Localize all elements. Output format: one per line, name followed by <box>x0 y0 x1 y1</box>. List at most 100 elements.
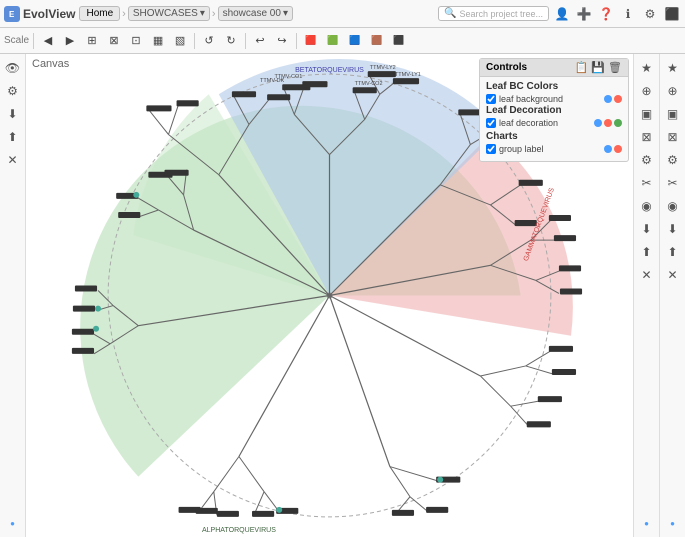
sb-c-grid[interactable]: ▣ <box>663 104 683 124</box>
plus-icon[interactable]: ➕ <box>575 5 593 23</box>
scale-label: Scale <box>4 35 29 46</box>
ctrl-icon-group: 📋 💾 🗑 <box>575 61 622 74</box>
tb-grid1[interactable]: ⊞ <box>82 31 102 51</box>
tb-separator-3 <box>245 33 246 49</box>
tb-separator-4 <box>296 33 297 49</box>
tb-color-3[interactable]: 🟦 <box>345 31 365 51</box>
sb-b-upload[interactable]: ⬆ <box>637 242 657 262</box>
sb-b-settings[interactable]: ⚙ <box>637 150 657 170</box>
group-dots <box>604 145 622 153</box>
sb-b-plus[interactable]: ⊕ <box>637 81 657 101</box>
group-dot-red[interactable] <box>614 145 622 153</box>
sb-b-download[interactable]: ⬇ <box>637 219 657 239</box>
logo-icon: E <box>4 6 20 22</box>
sb-c-plus[interactable]: ⊕ <box>663 81 683 101</box>
help-icon[interactable]: ❓ <box>597 5 615 23</box>
tree-controls-header: Controls 📋 💾 🗑 <box>480 59 628 77</box>
sb-c-close[interactable]: ✕ <box>663 265 683 285</box>
canvas-label: Canvas <box>32 58 69 70</box>
leaf-bg-dots <box>604 95 622 103</box>
sb-c-scissors[interactable]: ✂ <box>663 173 683 193</box>
sb-c-download[interactable]: ⬇ <box>663 219 683 239</box>
deco-dot-red[interactable] <box>604 119 612 127</box>
tb-grid3[interactable]: ⊡ <box>126 31 146 51</box>
leaf-deco-label: leaf decoration <box>499 118 591 128</box>
global-search-box[interactable]: 🔍 Search project tree... <box>438 6 549 21</box>
tb-grid4[interactable]: ▦ <box>148 31 168 51</box>
group-label-checkbox[interactable] <box>486 144 496 154</box>
controls-label: Controls <box>486 62 527 73</box>
ctrl-copy-icon[interactable]: 📋 <box>575 61 589 74</box>
sb-c-circle[interactable]: ◉ <box>663 196 683 216</box>
group-dot-blue[interactable] <box>604 145 612 153</box>
sb-b-scissors[interactable]: ✂ <box>637 173 657 193</box>
sb-b-cross[interactable]: ⊠ <box>637 127 657 147</box>
sb-c-blue-dot: ● <box>663 513 683 533</box>
leaf-bg-checkbox[interactable] <box>486 94 496 104</box>
svg-text:TTMV-CO1: TTMV-CO1 <box>274 74 302 80</box>
tb-back[interactable]: ◀ <box>38 31 58 51</box>
sb-c-upload[interactable]: ⬆ <box>663 242 683 262</box>
svg-text:TTMV-LY1: TTMV-LY1 <box>395 72 421 78</box>
canvas-area: Canvas <box>26 54 633 537</box>
tb-undo[interactable]: ↩ <box>250 31 270 51</box>
tb-color-5[interactable]: ⬛ <box>389 31 409 51</box>
showcase-dropdown[interactable]: showcase 00 ▾ <box>218 6 293 21</box>
tb-grid5[interactable]: ▧ <box>170 31 190 51</box>
topbar: E EvolView Home › SHOWCASES ▾ › showcase… <box>0 0 685 28</box>
leaf-deco-checkbox[interactable] <box>486 118 496 128</box>
leaf-bg-label: leaf background <box>499 94 601 104</box>
group-label-label: group label <box>499 144 601 154</box>
logout-icon[interactable]: ⬛ <box>663 5 681 23</box>
leaf-deco-title: Leaf Decoration <box>486 105 622 116</box>
leaf-bc-section: Leaf BC Colors leaf background Leaf Deco… <box>486 81 622 154</box>
sb-b-grid[interactable]: ▣ <box>637 104 657 124</box>
sidebar-left: 👁 ⚙ ⬇ ⬆ ✕ ● <box>0 54 26 537</box>
sb-c-settings[interactable]: ⚙ <box>663 150 683 170</box>
app-title: EvolView <box>23 7 75 21</box>
settings-icon[interactable]: ⚙ <box>641 5 659 23</box>
sb-c-star[interactable]: ★ <box>663 58 683 78</box>
dot-red[interactable] <box>614 95 622 103</box>
sb-b-circle[interactable]: ◉ <box>637 196 657 216</box>
search-icon: 🔍 <box>444 8 456 19</box>
nav-breadcrumb: Home › SHOWCASES ▾ › showcase 00 ▾ <box>79 6 292 21</box>
tb-undo-rotate[interactable]: ↺ <box>199 31 219 51</box>
sidebar-upload-icon[interactable]: ⬆ <box>3 127 23 147</box>
ctrl-delete-icon[interactable]: 🗑 <box>608 61 622 74</box>
charts-section: Charts group label <box>486 131 622 154</box>
group-label-row: group label <box>486 144 622 154</box>
tb-grid2[interactable]: ⊠ <box>104 31 124 51</box>
tb-color-4[interactable]: 🟫 <box>367 31 387 51</box>
sidebar-right-b: ★ ⊕ ▣ ⊠ ⚙ ✂ ◉ ⬇ ⬆ ✕ ● <box>633 54 659 537</box>
svg-text:E: E <box>9 10 15 19</box>
tb-redo-rotate[interactable]: ↻ <box>221 31 241 51</box>
sidebar-download-icon[interactable]: ⬇ <box>3 104 23 124</box>
dot-blue[interactable] <box>604 95 612 103</box>
leaf-bg-row: leaf background <box>486 94 622 104</box>
showcases-dropdown[interactable]: SHOWCASES ▾ <box>128 6 210 21</box>
top-icons: 👤 ➕ ❓ ℹ ⚙ ⬛ <box>553 5 681 23</box>
user-icon[interactable]: 👤 <box>553 5 571 23</box>
tb-color-1[interactable]: 🟥 <box>301 31 321 51</box>
sb-c-cross[interactable]: ⊠ <box>663 127 683 147</box>
sidebar-close-icon[interactable]: ✕ <box>3 150 23 170</box>
sb-b-close[interactable]: ✕ <box>637 265 657 285</box>
leaf-deco-dots <box>594 119 622 127</box>
tb-color-2[interactable]: 🟩 <box>323 31 343 51</box>
deco-dot-blue[interactable] <box>594 119 602 127</box>
info-icon[interactable]: ℹ <box>619 5 637 23</box>
sb-b-blue-dot: ● <box>637 513 657 533</box>
sidebar-settings-icon[interactable]: ⚙ <box>3 81 23 101</box>
tb-redo[interactable]: ↪ <box>272 31 292 51</box>
ctrl-save-icon[interactable]: 💾 <box>591 61 605 74</box>
logo-area: E EvolView <box>4 6 75 22</box>
tree-controls-body: Leaf BC Colors leaf background Leaf Deco… <box>480 77 628 161</box>
sb-b-star[interactable]: ★ <box>637 58 657 78</box>
home-button[interactable]: Home <box>79 6 120 21</box>
main-area: 👁 ⚙ ⬇ ⬆ ✕ ● Canvas <box>0 54 685 537</box>
svg-text:TTMV-LY2: TTMV-LY2 <box>370 65 396 71</box>
deco-dot-green[interactable] <box>614 119 622 127</box>
sidebar-eye-icon[interactable]: 👁 <box>3 58 23 78</box>
tb-forward[interactable]: ▶ <box>60 31 80 51</box>
